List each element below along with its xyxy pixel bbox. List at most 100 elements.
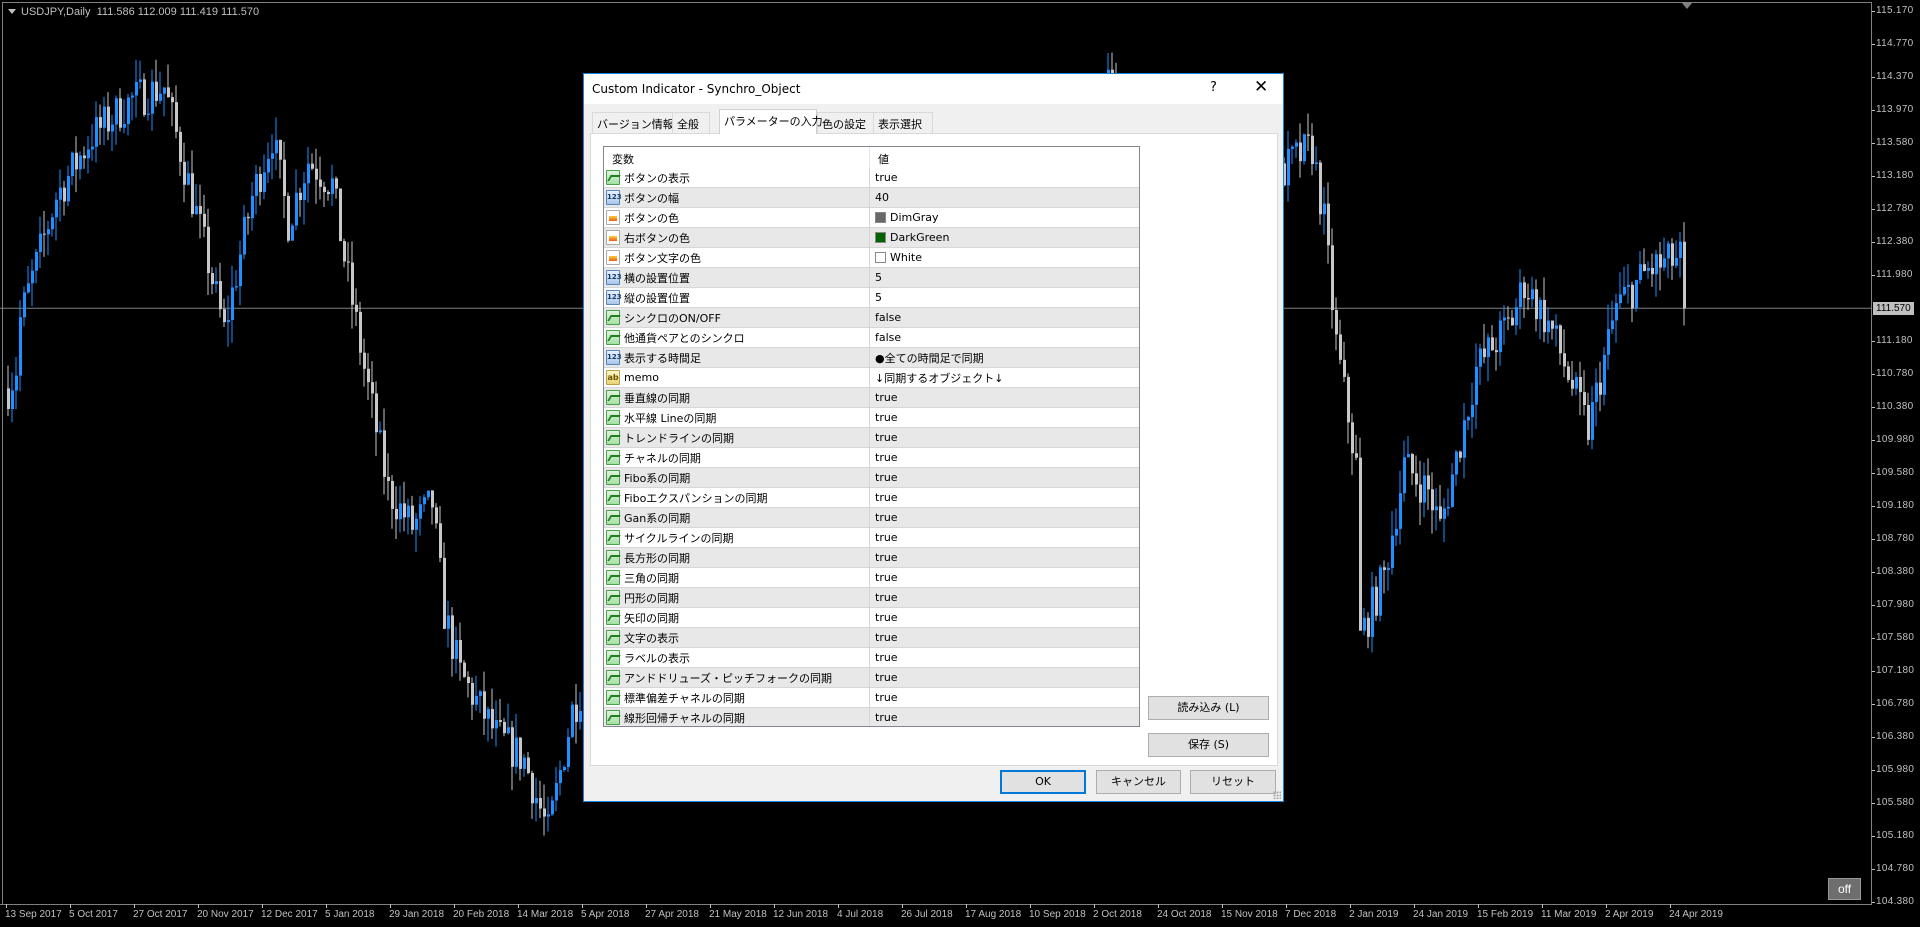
param-row[interactable]: 123 横の設置位置 5 <box>604 268 1139 288</box>
param-value-cell[interactable]: true <box>870 428 898 447</box>
param-row[interactable]: Fiboエクスパンションの同期 true <box>604 488 1139 508</box>
save-button[interactable]: 保存 (S) <box>1148 733 1269 757</box>
param-value-cell[interactable]: true <box>870 588 898 607</box>
param-value[interactable]: true <box>875 531 898 544</box>
param-row[interactable]: 123 ボタンの幅 40 <box>604 188 1139 208</box>
param-row[interactable]: チャネルの同期 true <box>604 448 1139 468</box>
param-value[interactable]: true <box>875 551 898 564</box>
param-value[interactable]: true <box>875 711 898 724</box>
param-row[interactable]: 水平線 Lineの同期 true <box>604 408 1139 428</box>
header-value[interactable]: 値 <box>870 147 897 168</box>
off-button[interactable]: off <box>1828 878 1861 900</box>
param-row[interactable]: アンドドリューズ・ピッチフォークの同期 true <box>604 668 1139 688</box>
param-value[interactable]: true <box>875 591 898 604</box>
param-row[interactable]: ボタンの色 DimGray <box>604 208 1139 228</box>
param-row[interactable]: 円形の同期 true <box>604 588 1139 608</box>
dropdown-triangle-icon[interactable] <box>8 9 16 14</box>
param-value[interactable]: true <box>875 651 898 664</box>
param-value-cell[interactable]: DarkGreen <box>870 228 949 247</box>
param-value[interactable]: true <box>875 411 898 424</box>
param-value-cell[interactable]: false <box>870 308 901 327</box>
param-value-cell[interactable]: false <box>870 328 901 347</box>
param-value[interactable]: true <box>875 631 898 644</box>
param-value-cell[interactable]: 5 <box>870 288 882 307</box>
param-value[interactable]: White <box>890 251 922 264</box>
tab-general[interactable]: 全般 <box>672 112 710 133</box>
param-value[interactable]: true <box>875 171 898 184</box>
param-value[interactable]: false <box>875 331 901 344</box>
param-value[interactable]: true <box>875 691 898 704</box>
tab-parameters[interactable]: パラメーターの入力 <box>719 109 823 134</box>
help-button[interactable]: ? <box>1210 80 1217 95</box>
param-value[interactable]: ●全ての時間足で同期 <box>875 350 984 366</box>
param-value-cell[interactable]: true <box>870 168 898 187</box>
param-value[interactable]: 40 <box>875 191 889 204</box>
param-value[interactable]: 5 <box>875 291 882 304</box>
param-value-cell[interactable]: true <box>870 508 898 527</box>
param-value-cell[interactable]: ●全ての時間足で同期 <box>870 348 984 367</box>
param-value[interactable]: true <box>875 611 898 624</box>
param-value-cell[interactable]: true <box>870 648 898 667</box>
ok-button[interactable]: OK <box>1000 770 1086 794</box>
param-value[interactable]: true <box>875 391 898 404</box>
tab-colors[interactable]: 色の設定 <box>817 112 874 133</box>
param-row[interactable]: 他通貨ペアとのシンクロ false <box>604 328 1139 348</box>
param-value[interactable]: true <box>875 431 898 444</box>
param-row[interactable]: ab memo ↓同期するオブジェクト↓ <box>604 368 1139 388</box>
param-value[interactable]: false <box>875 311 901 324</box>
param-value[interactable]: true <box>875 511 898 524</box>
param-row[interactable]: 標準偏差チャネルの同期 true <box>604 688 1139 708</box>
param-value-cell[interactable]: true <box>870 448 898 467</box>
param-row[interactable]: 垂直線の同期 true <box>604 388 1139 408</box>
param-row[interactable]: Fibo系の同期 true <box>604 468 1139 488</box>
param-value[interactable]: true <box>875 471 898 484</box>
param-value[interactable]: DimGray <box>890 211 939 224</box>
param-value-cell[interactable]: ↓同期するオブジェクト↓ <box>870 368 1003 387</box>
param-row[interactable]: ボタンの表示 true <box>604 168 1139 188</box>
param-value-cell[interactable]: true <box>870 388 898 407</box>
reset-button[interactable]: リセット <box>1190 770 1276 794</box>
param-row[interactable]: 線形回帰チャネルの同期 true <box>604 708 1139 726</box>
close-button[interactable]: ✕ <box>1254 77 1268 97</box>
header-variable[interactable]: 変数 <box>604 147 870 168</box>
param-value[interactable]: true <box>875 571 898 584</box>
tab-version-info[interactable]: バージョン情報 <box>592 112 674 133</box>
param-value-cell[interactable]: true <box>870 548 898 567</box>
param-value[interactable]: ↓同期するオブジェクト↓ <box>875 370 1003 386</box>
param-value[interactable]: true <box>875 671 898 684</box>
param-value-cell[interactable]: 5 <box>870 268 882 287</box>
param-row[interactable]: 文字の表示 true <box>604 628 1139 648</box>
param-value[interactable]: 5 <box>875 271 882 284</box>
param-row[interactable]: 三角の同期 true <box>604 568 1139 588</box>
param-row[interactable]: サイクルラインの同期 true <box>604 528 1139 548</box>
param-value-cell[interactable]: true <box>870 628 898 647</box>
param-row[interactable]: 123 縦の設置位置 5 <box>604 288 1139 308</box>
tab-visualization[interactable]: 表示選択 <box>873 112 933 133</box>
param-row[interactable]: ラベルの表示 true <box>604 648 1139 668</box>
param-value-cell[interactable]: true <box>870 408 898 427</box>
param-row[interactable]: ボタン文字の色 White <box>604 248 1139 268</box>
param-value-cell[interactable]: White <box>870 248 922 267</box>
param-value-cell[interactable]: true <box>870 668 898 687</box>
param-row[interactable]: 右ボタンの色 DarkGreen <box>604 228 1139 248</box>
param-row[interactable]: 123 表示する時間足 ●全ての時間足で同期 <box>604 348 1139 368</box>
param-value-cell[interactable]: true <box>870 708 898 726</box>
param-row[interactable]: シンクロのON/OFF false <box>604 308 1139 328</box>
param-row[interactable]: 長方形の同期 true <box>604 548 1139 568</box>
parameters-grid[interactable]: 変数 値 ボタンの表示 true 123 ボタンの幅 40 ボタンの色 DimGray… <box>603 146 1140 727</box>
param-value-cell[interactable]: true <box>870 608 898 627</box>
param-value-cell[interactable]: true <box>870 488 898 507</box>
param-value[interactable]: DarkGreen <box>890 231 949 244</box>
load-button[interactable]: 読み込み (L) <box>1148 696 1269 720</box>
cancel-button[interactable]: キャンセル <box>1096 770 1181 794</box>
chart-shift-icon[interactable] <box>1682 3 1692 9</box>
param-value-cell[interactable]: 40 <box>870 188 889 207</box>
param-value-cell[interactable]: true <box>870 528 898 547</box>
param-row[interactable]: Gan系の同期 true <box>604 508 1139 528</box>
param-value-cell[interactable]: true <box>870 568 898 587</box>
param-value[interactable]: true <box>875 451 898 464</box>
param-value-cell[interactable]: true <box>870 688 898 707</box>
param-row[interactable]: 矢印の同期 true <box>604 608 1139 628</box>
resize-grip-icon[interactable] <box>1273 791 1281 799</box>
param-value-cell[interactable]: DimGray <box>870 208 939 227</box>
